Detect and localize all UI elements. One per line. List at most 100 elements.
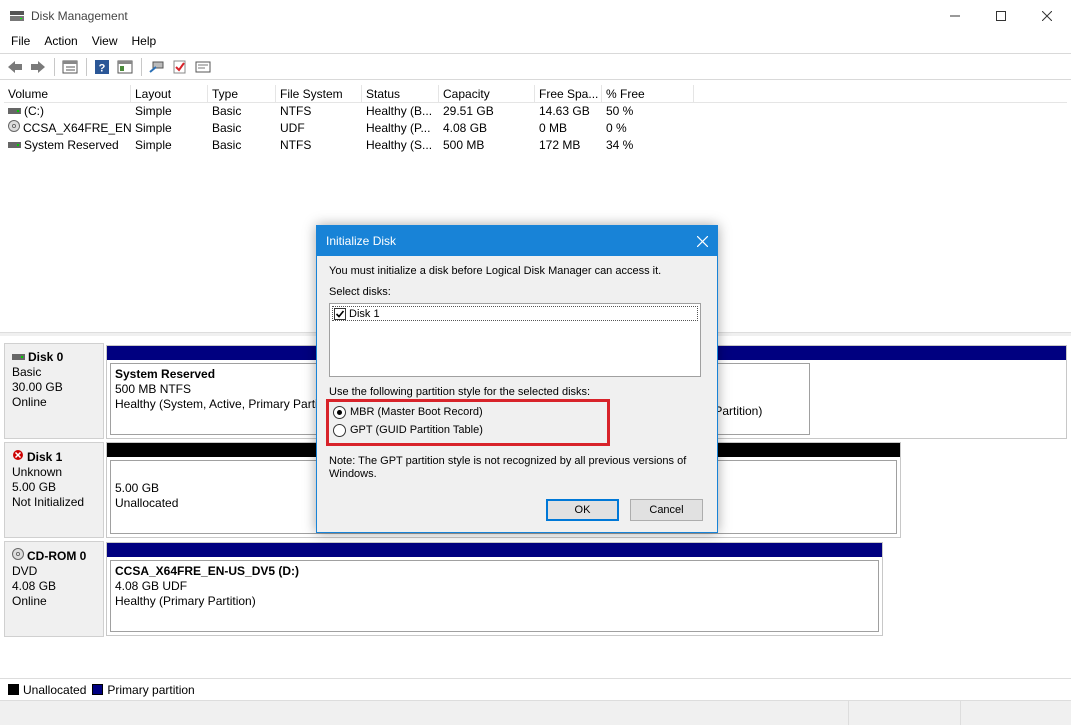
menu-help[interactable]: Help (125, 31, 164, 52)
disk-name: Disk 1 (27, 449, 63, 464)
status-bar-divider (848, 701, 849, 725)
toolbar-separator (54, 57, 55, 76)
disk-type: DVD (12, 564, 38, 578)
title-bar: Disk Management (0, 0, 1071, 31)
svg-text:?: ? (99, 62, 106, 74)
check-icon[interactable] (169, 57, 191, 77)
minimize-button[interactable] (932, 0, 978, 31)
volume-layout: Simple (135, 138, 172, 152)
volume-file-system: NTFS (280, 138, 312, 152)
gpt-radio[interactable] (333, 423, 346, 437)
partition-name: CCSA_X64FRE_EN-US_DV5 (D:) (115, 564, 300, 578)
select-disks-label: Select disks: (329, 286, 391, 298)
disk-size: 4.08 GB (12, 579, 57, 593)
connect-icon[interactable] (146, 57, 168, 77)
note-line-2: Windows. (329, 468, 377, 480)
legend-primary-label: Primary partition (107, 682, 195, 697)
menu-view[interactable]: View (85, 31, 125, 52)
volume-percent-free: 34 % (606, 138, 634, 152)
volume-type: Basic (212, 138, 242, 152)
volume-layout: Simple (135, 104, 172, 118)
ok-button[interactable]: OK (546, 499, 619, 521)
disk-1-label[interactable]: Disk 1 Unknown 5.00 GB Not Initialized (4, 442, 104, 538)
column-file-system[interactable]: File System (276, 85, 362, 102)
disk-checkbox[interactable] (334, 307, 346, 320)
partition-status: Healthy (Primary Partition) (115, 594, 256, 608)
volume-name: CCSA_X64FRE_EN-... (23, 121, 131, 135)
initialize-disk-dialog: Initialize Disk You must initialize a di… (316, 225, 718, 533)
back-arrow-icon[interactable] (4, 57, 26, 77)
cd-icon (8, 120, 20, 137)
console-tree-icon[interactable] (114, 57, 136, 77)
legend-primary-swatch (92, 684, 104, 695)
close-button[interactable] (1024, 0, 1070, 31)
volume-free-space: 172 MB (539, 138, 581, 152)
disk-name: Disk 0 (28, 350, 64, 364)
volume-capacity: 500 MB (443, 138, 485, 152)
column-capacity[interactable]: Capacity (439, 85, 535, 102)
cdrom-0-label[interactable]: CD-ROM 0 DVD 4.08 GB Online (4, 541, 104, 637)
table-row[interactable]: (C:) Simple Basic NTFS Healthy (B... 29.… (4, 103, 1067, 120)
menu-bar: File Action View Help (0, 31, 1071, 52)
dialog-title: Initialize Disk (326, 234, 397, 248)
volume-free-space: 0 MB (539, 121, 568, 135)
column-volume[interactable]: Volume (4, 85, 131, 102)
drive-icon (8, 103, 21, 120)
partition-detail: 4.08 GB UDF (115, 579, 188, 593)
volume-capacity: 29.51 GB (443, 104, 494, 118)
window-title: Disk Management (31, 8, 128, 23)
properties-list-icon[interactable] (59, 57, 81, 77)
column-percent-free[interactable]: % Free (602, 85, 694, 102)
volume-percent-free: 0 % (606, 121, 627, 135)
column-status[interactable]: Status (362, 85, 439, 102)
volume-status: Healthy (B... (366, 104, 433, 118)
settings-icon[interactable] (192, 57, 214, 77)
volume-file-system: NTFS (280, 104, 312, 118)
gpt-label: GPT (GUID Partition Table) (350, 424, 483, 436)
disk-item-label: Disk 1 (349, 307, 380, 320)
menu-file[interactable]: File (4, 31, 37, 52)
disk-error-icon (12, 449, 24, 465)
disk-state: Not Initialized (12, 495, 85, 509)
volume-type: Basic (212, 104, 242, 118)
volume-name: (C:) (24, 104, 44, 118)
column-free-space[interactable]: Free Spa... (535, 85, 602, 102)
list-item[interactable]: Disk 1 (332, 306, 698, 321)
table-row[interactable]: System Reserved Simple Basic NTFS Health… (4, 137, 1067, 154)
toolbar: ? (0, 53, 1071, 80)
disk-state: Online (12, 594, 47, 608)
disk-listbox[interactable]: Disk 1 (329, 303, 701, 377)
status-bar-divider (960, 701, 961, 725)
legend-unallocated-label: Unallocated (23, 682, 87, 697)
column-layout[interactable]: Layout (131, 85, 208, 102)
cancel-button[interactable]: Cancel (630, 499, 703, 521)
volume-status: Healthy (S... (366, 138, 433, 152)
note-line-1: Note: The GPT partition style is not rec… (329, 455, 687, 467)
mbr-radio[interactable] (333, 405, 346, 419)
disk-state: Online (12, 395, 47, 409)
disk-management-icon (9, 8, 25, 24)
table-row[interactable]: CCSA_X64FRE_EN-... Simple Basic UDF Heal… (4, 120, 1067, 137)
toolbar-separator (86, 57, 87, 76)
mbr-option[interactable]: MBR (Master Boot Record) (333, 404, 483, 420)
drive-icon (8, 137, 21, 154)
partition-cdrom[interactable]: CCSA_X64FRE_EN-US_DV5 (D:) 4.08 GB UDF H… (106, 542, 883, 636)
help-icon[interactable]: ? (91, 57, 113, 77)
dialog-title-bar: Initialize Disk (317, 226, 717, 256)
column-type[interactable]: Type (208, 85, 276, 102)
volume-capacity: 4.08 GB (443, 121, 488, 135)
volume-layout: Simple (135, 121, 172, 135)
volume-list-header: Volume Layout Type File System Status Ca… (4, 85, 1067, 103)
forward-arrow-icon[interactable] (27, 57, 49, 77)
menu-action[interactable]: Action (37, 31, 84, 52)
volume-name: System Reserved (24, 138, 119, 152)
disk-type: Basic (12, 365, 42, 379)
toolbar-separator (141, 57, 142, 76)
disk-0-label[interactable]: Disk 0 Basic 30.00 GB Online (4, 343, 104, 439)
disk-name: CD-ROM 0 (27, 548, 87, 563)
gpt-option[interactable]: GPT (GUID Partition Table) (333, 422, 483, 438)
disk-type: Unknown (12, 465, 63, 479)
partition-style-label: Use the following partition style for th… (329, 386, 591, 398)
close-icon[interactable] (687, 226, 717, 256)
maximize-button[interactable] (978, 0, 1024, 31)
